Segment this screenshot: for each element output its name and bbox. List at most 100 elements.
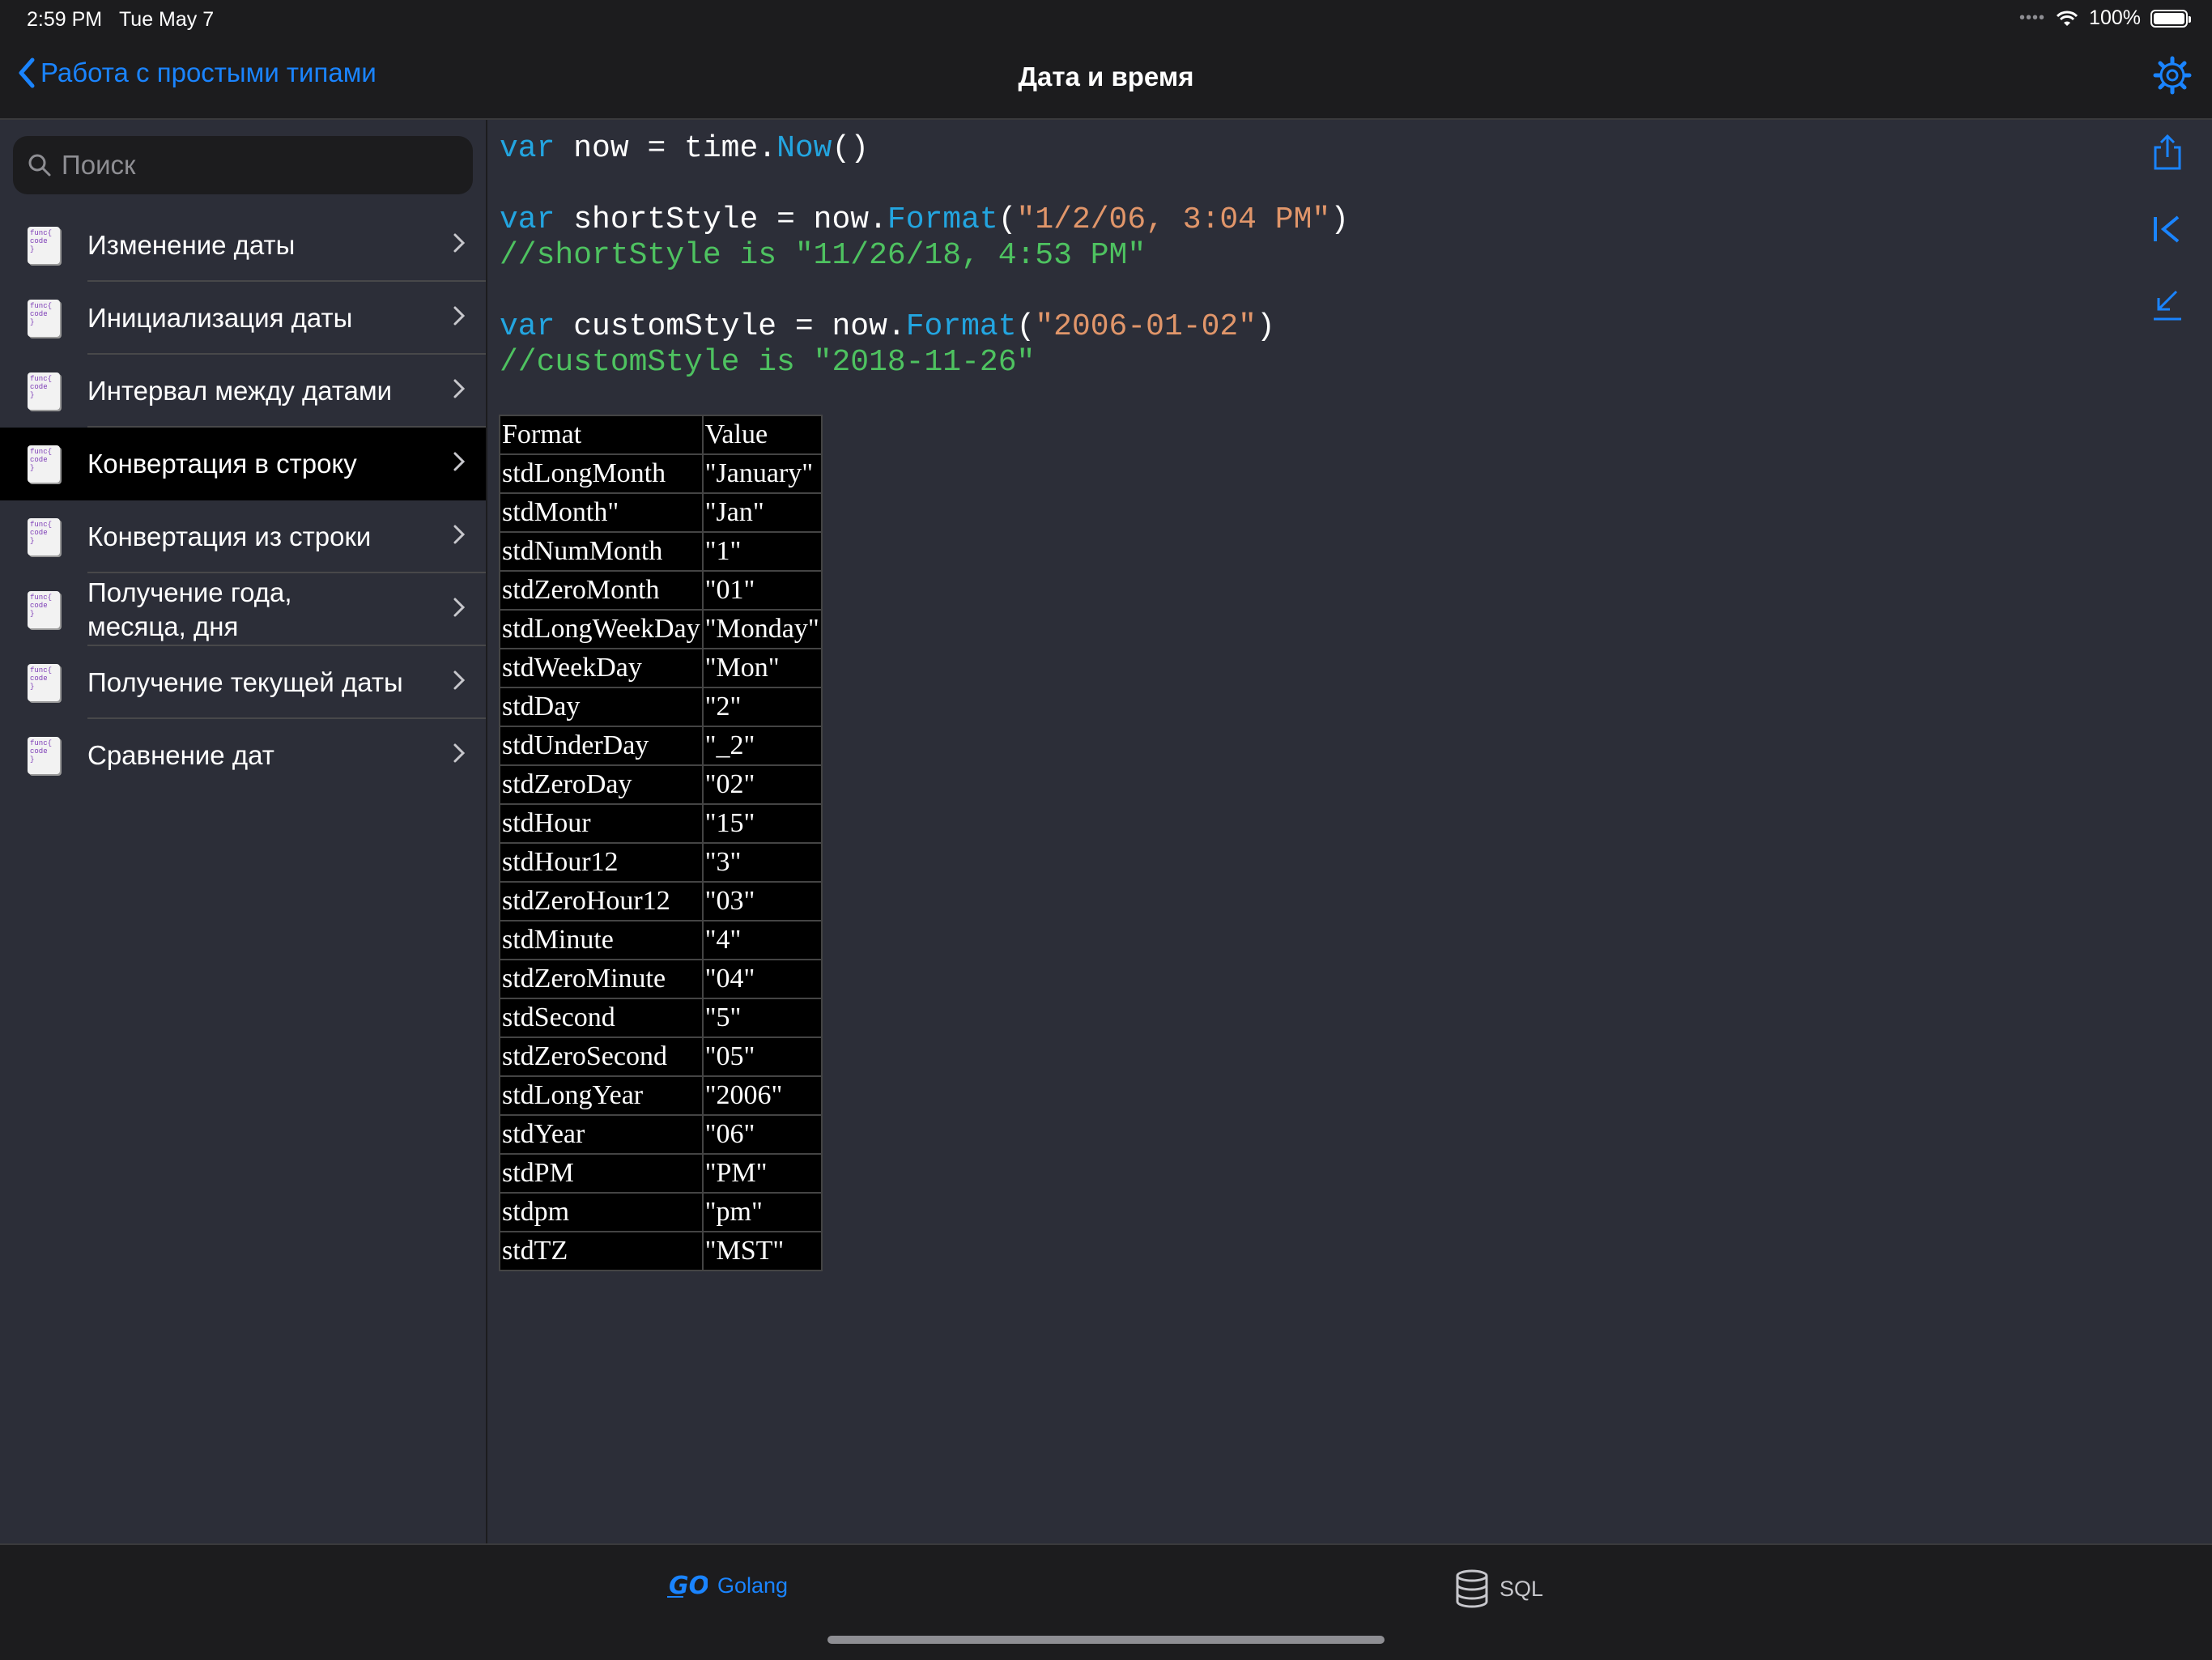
code-file-icon: func{code} [28,591,60,628]
column-header: Value [701,415,823,455]
sidebar-item-from-string[interactable]: func{code} Конвертация из строки [0,500,486,573]
sidebar-item-label: Конвертация в строку [87,449,357,479]
table-cell: "1" [701,531,823,572]
table-cell: "MST" [701,1231,823,1271]
code-file-icon: func{code} [28,227,60,264]
code-line: var customStyle = now.Format("2006-01-02… [500,309,1275,344]
column-header: Format [499,415,704,455]
tab-label: SQL [1499,1576,1544,1601]
table-row: stdHour "15" [499,803,823,844]
sidebar-item-year-month-day[interactable]: func{code} Получение года, месяца, дня [0,573,486,646]
table-row: stdWeekDay "Mon" [499,648,823,688]
table-cell: "PM" [701,1153,823,1194]
chevron-right-icon [453,452,465,471]
table-cell: stdLongYear [499,1075,704,1116]
table-row: stdZeroMinute "04" [499,959,823,999]
table-cell: "_2" [701,726,823,766]
code-file-icon: func{code} [28,372,60,410]
table-row: stdHour12 "3" [499,842,823,883]
table-cell: stdNumMonth [499,531,704,572]
status-bar: 2:59 PM Tue May 7 •••• 100% [0,0,2212,37]
table-row: stdLongYear "2006" [499,1075,823,1116]
svg-text:GO: GO [669,1572,708,1600]
code-line: var now = time.Now() [500,131,870,166]
sidebar-item-date-interval[interactable]: func{code} Интервал между датами [0,355,486,428]
table-row: stdSecond "5" [499,998,823,1038]
arrow-down-left-icon[interactable] [2147,285,2188,326]
table-cell: "04" [701,959,823,999]
tab-label: Golang [717,1573,789,1598]
code-block: var now = time.Now() var shortStyle = no… [500,131,1349,381]
table-cell: "15" [701,803,823,844]
table-row: stdZeroDay "02" [499,764,823,805]
table-row: stdMonth" "Jan" [499,492,823,533]
code-file-icon: func{code} [28,445,60,483]
search-input[interactable] [60,149,452,181]
table-row: stdMinute "4" [499,920,823,960]
chevron-right-icon [453,743,465,763]
table-cell: stdMonth" [499,492,704,533]
table-cell: stdHour [499,803,704,844]
settings-gear-icon[interactable] [2152,55,2193,96]
table-header-row: Format Value [499,415,823,455]
battery-icon [2150,9,2191,28]
sidebar-item-date-compare[interactable]: func{code} Сравнение дат [0,719,486,792]
table-cell: "05" [701,1036,823,1077]
table-cell: "Monday" [701,609,823,649]
signal-dots-icon: •••• [2019,9,2046,27]
table-cell: "Mon" [701,648,823,688]
table-cell: stdZeroMonth [499,570,704,611]
table-row: stdNumMonth "1" [499,531,823,572]
table-row: stdYear "06" [499,1114,823,1155]
code-file-icon: func{code} [28,300,60,337]
sidebar-item-label: Конвертация из строки [87,521,372,551]
sidebar-item-label: Сравнение дат [87,740,274,770]
code-comment: //customStyle is "2018-11-26" [500,345,1036,380]
sidebar-item-to-string[interactable]: func{code} Конвертация в строку [0,428,486,500]
table-cell: stdZeroHour12 [499,881,704,922]
tab-sql[interactable]: SQL [1454,1569,1543,1608]
sidebar-item-date-change[interactable]: func{code} Изменение даты [0,209,486,282]
wifi-icon [2056,11,2078,26]
table-cell: "02" [701,764,823,805]
sidebar-item-date-init[interactable]: func{code} Инициализация даты [0,282,486,355]
table-cell: stdZeroSecond [499,1036,704,1077]
chevron-right-icon [453,598,465,617]
search-bar[interactable] [13,136,473,194]
share-icon[interactable] [2147,133,2188,173]
sidebar-item-current-date[interactable]: func{code} Получение текущей даты [0,646,486,719]
table-cell: stdPM [499,1153,704,1194]
skip-to-start-icon[interactable] [2147,209,2188,249]
home-indicator[interactable] [827,1636,1385,1644]
table-row: stdUnderDay "_2" [499,726,823,766]
table-cell: "01" [701,570,823,611]
table-row: stdPM "PM" [499,1153,823,1194]
table-cell: stdLongMonth [499,453,704,494]
format-table: Format Value stdLongMonth "January" stdMo… [499,415,823,1271]
table-cell: "Jan" [701,492,823,533]
topic-list: func{code} Изменение даты func{code} Ини… [0,209,486,792]
code-file-icon: func{code} [28,664,60,701]
table-cell: "2" [701,687,823,727]
sidebar: func{code} Изменение даты func{code} Ини… [0,120,487,1543]
sidebar-item-label: Изменение даты [87,230,296,260]
table-row: stdZeroMonth "01" [499,570,823,611]
table-cell: "03" [701,881,823,922]
table-cell: stdWeekDay [499,648,704,688]
sidebar-item-label: Получение текущей даты [87,667,403,697]
tab-golang[interactable]: GO Golang [667,1569,788,1602]
table-row: stdDay "2" [499,687,823,727]
golang-logo-icon: GO [667,1572,708,1600]
status-time: 2:59 PM Tue May 7 [27,8,215,31]
chevron-right-icon [453,233,465,253]
table-row: stdZeroHour12 "03" [499,881,823,922]
table-cell: "pm" [701,1192,823,1232]
table-cell: stdZeroMinute [499,959,704,999]
battery-percent: 100% [2089,6,2141,29]
table-cell: stdZeroDay [499,764,704,805]
navigation-bar: Работа с простыми типами Дата и время [0,37,2212,120]
table-cell: stdHour12 [499,842,704,883]
search-icon [28,154,51,177]
database-icon [1456,1569,1488,1608]
chevron-right-icon [453,379,465,398]
